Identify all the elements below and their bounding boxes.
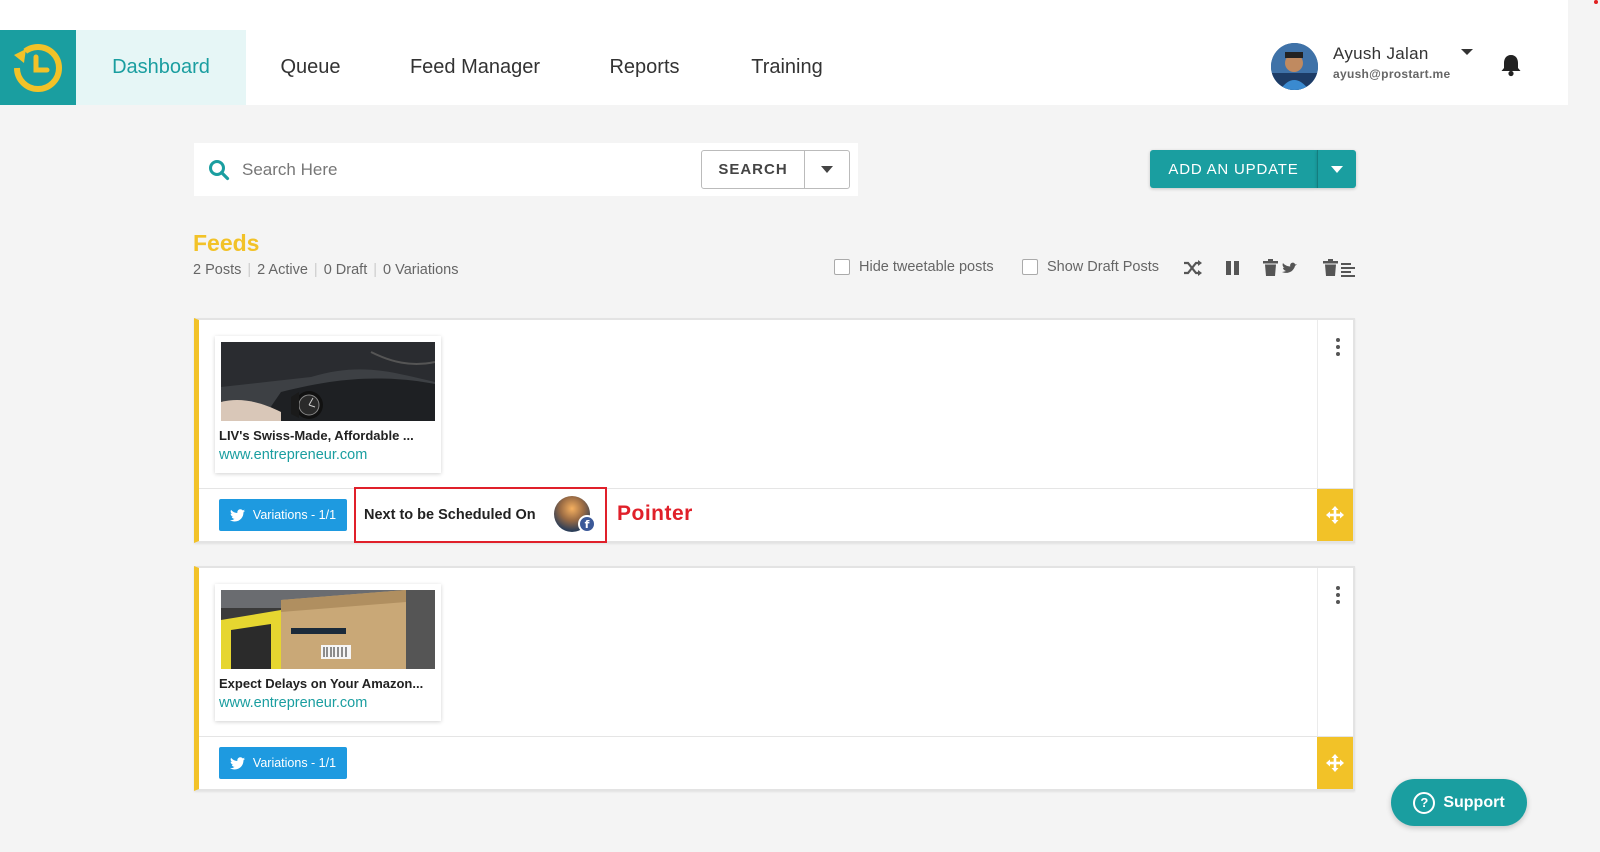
twitter-icon	[229, 508, 245, 521]
chevron-down-icon[interactable]	[1461, 49, 1473, 55]
search-input[interactable]	[242, 153, 682, 186]
nav-label: Feed Manager	[409, 56, 541, 78]
user-menu[interactable]: Ayush Jalan ayush@prostart.me	[1271, 43, 1521, 91]
nav-training[interactable]: Training	[714, 30, 860, 105]
corner-marker	[1594, 0, 1598, 4]
search-bar: SEARCH	[194, 143, 858, 196]
chevron-down-icon	[821, 166, 833, 173]
checkbox[interactable]	[834, 259, 850, 275]
post-card: LIV's Swiss-Made, Affordable ... www.ent…	[194, 318, 1355, 543]
bell-icon[interactable]	[1500, 53, 1522, 77]
facebook-icon: f	[578, 515, 596, 533]
twitter-icon	[229, 756, 245, 769]
more-options-icon[interactable]	[1333, 586, 1343, 606]
nav-reports[interactable]: Reports	[575, 30, 714, 105]
nav-label: Training	[751, 56, 823, 78]
preview-image	[221, 590, 435, 669]
hide-tweetable-label: Hide tweetable posts	[859, 259, 994, 275]
post-title: Expect Delays on Your Amazon...	[219, 676, 424, 691]
shuffle-icon[interactable]	[1183, 258, 1203, 283]
delete-list-icon[interactable]	[1322, 258, 1358, 283]
nav-label: Reports	[609, 56, 680, 78]
main-nav: Dashboard Queue Feed Manager Reports Tra…	[76, 30, 860, 105]
post-card: Expect Delays on Your Amazon... www.entr…	[194, 566, 1355, 791]
card-footer: Variations - 1/1 Next to be Scheduled On…	[199, 487, 1353, 543]
support-label: Support	[1443, 793, 1505, 811]
user-name: Ayush Jalan	[1333, 44, 1429, 63]
avatar	[1271, 43, 1318, 90]
feeds-title: Feeds	[193, 230, 260, 256]
nav-label: Queue	[280, 56, 341, 78]
clock-logo-icon	[13, 43, 62, 92]
delete-tweets-icon[interactable]	[1262, 258, 1300, 283]
variations-label: Variations - 1/1	[252, 508, 337, 522]
hide-tweetable-checkbox[interactable]: Hide tweetable posts	[834, 259, 994, 275]
link-preview-card[interactable]: Expect Delays on Your Amazon... www.entr…	[215, 584, 441, 721]
variations-button[interactable]: Variations - 1/1	[219, 747, 347, 779]
stat-variations: 0 Variations	[383, 262, 459, 278]
nav-dashboard[interactable]: Dashboard	[76, 30, 246, 105]
stat-draft: 0 Draft	[323, 262, 368, 278]
move-icon	[1326, 754, 1344, 772]
search-icon	[209, 160, 230, 181]
pause-icon[interactable]	[1224, 258, 1242, 283]
post-title: LIV's Swiss-Made, Affordable ...	[219, 428, 414, 443]
search-button[interactable]: SEARCH	[701, 150, 805, 189]
nav-queue[interactable]: Queue	[246, 30, 375, 105]
stat-active: 2 Active	[257, 262, 308, 278]
add-update-button[interactable]: ADD AN UPDATE	[1150, 150, 1317, 188]
variations-label: Variations - 1/1	[252, 756, 337, 770]
show-draft-label: Show Draft Posts	[1047, 259, 1160, 275]
show-draft-checkbox[interactable]: Show Draft Posts	[1022, 259, 1159, 275]
add-update-dropdown-button[interactable]	[1317, 150, 1356, 188]
variations-button[interactable]: Variations - 1/1	[219, 499, 347, 531]
app-logo[interactable]	[0, 30, 76, 105]
search-dropdown-button[interactable]	[804, 150, 850, 189]
feeds-stats: 2 Posts | 2 Active | 0 Draft | 0 Variations	[193, 262, 459, 278]
nav-feed-manager[interactable]: Feed Manager	[375, 30, 575, 105]
help-icon: ?	[1413, 791, 1436, 814]
support-button[interactable]: ? Support	[1391, 779, 1527, 826]
more-options-icon[interactable]	[1333, 338, 1343, 358]
move-icon	[1326, 506, 1344, 524]
post-link[interactable]: www.entrepreneur.com	[219, 447, 367, 463]
stat-posts: 2 Posts	[193, 262, 242, 278]
drag-handle[interactable]	[1317, 489, 1353, 541]
link-preview-card[interactable]: LIV's Swiss-Made, Affordable ... www.ent…	[215, 336, 441, 473]
user-email: ayush@prostart.me	[1333, 67, 1451, 81]
checkbox[interactable]	[1022, 259, 1038, 275]
card-footer: Variations - 1/1	[199, 736, 1353, 789]
chevron-down-icon	[1331, 165, 1343, 173]
nav-label: Dashboard	[112, 56, 210, 78]
preview-image	[221, 342, 435, 421]
pointer-annotation: Pointer	[617, 502, 693, 525]
post-link[interactable]: www.entrepreneur.com	[219, 695, 367, 711]
drag-handle[interactable]	[1317, 737, 1353, 789]
next-scheduled-label: Next to be Scheduled On	[364, 507, 536, 523]
next-scheduled-highlight: Next to be Scheduled On f	[354, 487, 607, 543]
